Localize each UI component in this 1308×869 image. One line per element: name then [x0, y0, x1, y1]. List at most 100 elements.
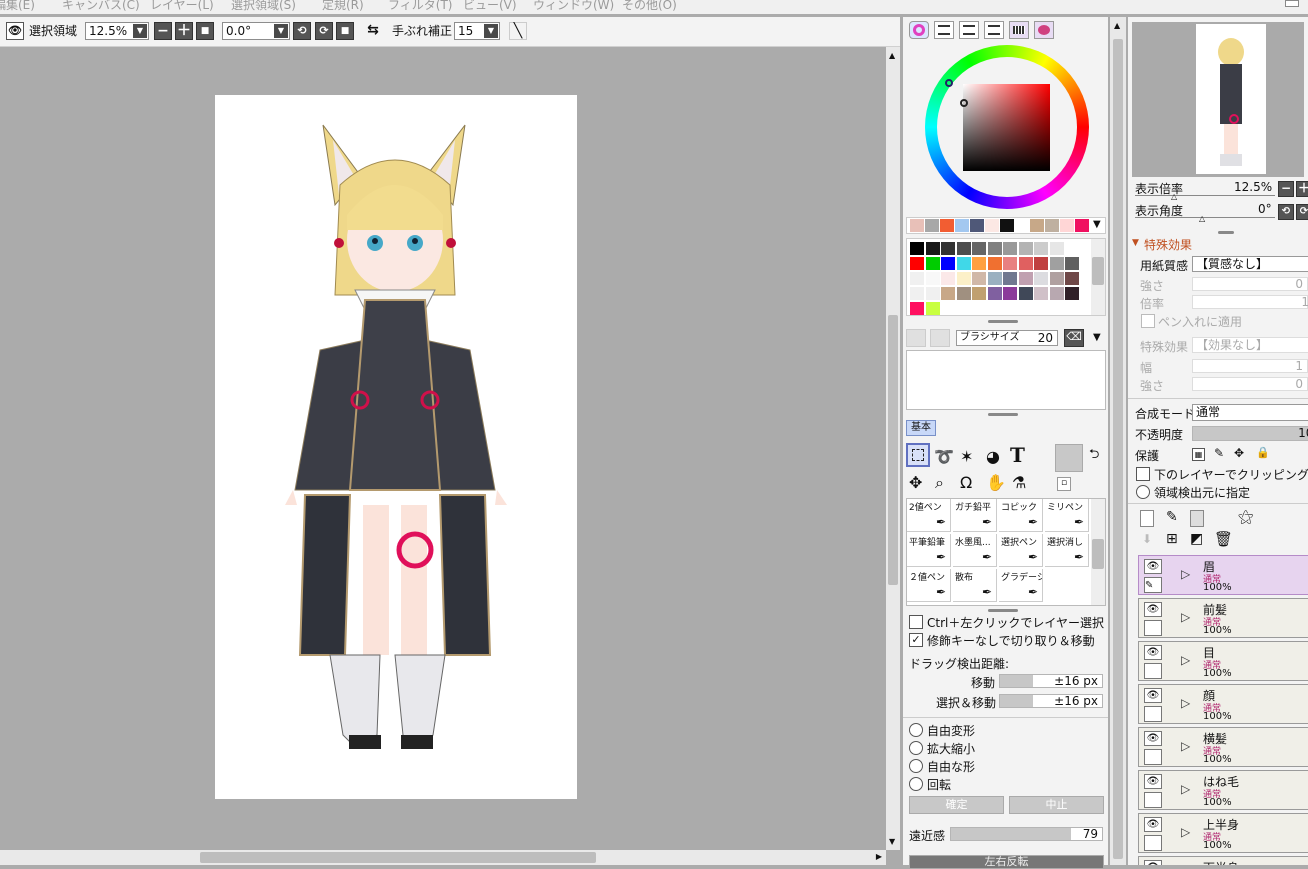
- layer-lock-slot[interactable]: ✎: [1144, 577, 1162, 593]
- ctrl-click-checkbox[interactable]: [909, 615, 923, 629]
- palette-color-swatch[interactable]: [1065, 257, 1079, 270]
- palette-color-swatch[interactable]: [925, 302, 940, 315]
- nav-zoom-out-button[interactable]: −: [1278, 181, 1294, 197]
- panel-divider[interactable]: [988, 320, 1018, 323]
- opacity-slider[interactable]: 100: [1192, 426, 1308, 441]
- cancel-button[interactable]: 中止: [1009, 796, 1104, 814]
- palette-color-swatch[interactable]: [910, 272, 924, 285]
- layer-lock-slot[interactable]: [1144, 620, 1162, 636]
- layer-row[interactable]: 👁 ▷ 顔通常 100%: [1138, 684, 1308, 724]
- layer-lock-slot[interactable]: [1144, 835, 1162, 851]
- layer-row[interactable]: 👁▷下半身通常100%: [1138, 856, 1308, 865]
- palette-color-swatch[interactable]: [925, 287, 940, 300]
- palette-color-swatch[interactable]: [1003, 287, 1017, 300]
- nav-rotate-right-button[interactable]: ⟳: [1296, 204, 1308, 220]
- palette-color-swatch[interactable]: [956, 242, 971, 255]
- shape-tool-icon[interactable]: ◕: [986, 447, 1000, 466]
- layer-lock-slot[interactable]: [1144, 792, 1162, 808]
- effect-width-slider[interactable]: 1: [1192, 359, 1308, 373]
- palette-color-swatch[interactable]: [972, 287, 986, 300]
- slider-handle-icon[interactable]: △: [1199, 214, 1205, 223]
- eye-icon[interactable]: 👁: [1144, 559, 1162, 574]
- layer-row[interactable]: 👁 ▷ 目通常 100%: [1138, 641, 1308, 681]
- zoom-tool-icon[interactable]: ⌕: [935, 473, 944, 493]
- eraser-icon[interactable]: ⌫: [1064, 329, 1084, 347]
- stabilizer-field[interactable]: 15 ▼: [454, 22, 500, 40]
- layer-effect-icon[interactable]: ⚝: [1238, 507, 1254, 527]
- expand-arrow-icon[interactable]: ▷: [1181, 696, 1190, 710]
- palette-color-swatch[interactable]: [1003, 272, 1017, 285]
- hue-handle-icon[interactable]: [945, 79, 953, 87]
- redo-button[interactable]: [930, 329, 950, 347]
- hand-tool-icon[interactable]: ✋: [986, 473, 1006, 492]
- scroll-right-icon[interactable]: ▶: [876, 852, 882, 861]
- tool-preset-5[interactable]: 平筆鉛筆 ✒: [907, 534, 951, 567]
- menu-canvas[interactable]: キャンバス(C): [62, 0, 140, 13]
- layer-row[interactable]: 👁 ▷ 横髪 通常 100%: [1138, 727, 1308, 767]
- texture-scale-slider[interactable]: 1: [1192, 295, 1308, 309]
- palette-color-swatch[interactable]: [941, 257, 955, 270]
- layer-lock-slot[interactable]: [1144, 663, 1162, 679]
- color-swatch-grid[interactable]: [906, 238, 1106, 316]
- palette-color-swatch[interactable]: [1065, 287, 1079, 300]
- rotate-right-button[interactable]: ⟳: [315, 22, 333, 40]
- effect-strength-slider[interactable]: 0: [1192, 377, 1308, 391]
- select-move-distance-slider[interactable]: ±16 px: [999, 694, 1103, 708]
- palette-color-swatch[interactable]: [1034, 287, 1048, 300]
- pen-apply-checkbox[interactable]: [1141, 314, 1155, 328]
- chevron-down-icon[interactable]: ▼: [133, 24, 147, 38]
- rect-select-icon[interactable]: [906, 443, 930, 467]
- recent-color-swatch[interactable]: [1075, 219, 1089, 232]
- expand-arrow-icon[interactable]: ▷: [1181, 782, 1190, 796]
- window-restore-icon[interactable]: [1285, 0, 1299, 7]
- layer-lock-slot[interactable]: [1144, 706, 1162, 722]
- panel-vertical-scrollbar[interactable]: ▲: [1110, 17, 1126, 865]
- new-layer-folder-icon[interactable]: [1190, 510, 1204, 527]
- palette-color-swatch[interactable]: [1003, 242, 1017, 255]
- rgb-slider-tab-icon[interactable]: [934, 21, 954, 39]
- eyedropper-icon[interactable]: ⚗: [1012, 473, 1026, 492]
- chevron-down-icon[interactable]: ▼: [1093, 332, 1101, 343]
- expand-arrow-icon[interactable]: ▷: [1181, 610, 1190, 624]
- display-zoom-slider[interactable]: [1135, 195, 1275, 196]
- layer-row[interactable]: 👁 ▷ 前髪 通常 100%: [1138, 598, 1308, 638]
- chevron-down-icon[interactable]: ▼: [274, 24, 288, 38]
- palette-color-swatch[interactable]: [1049, 287, 1064, 300]
- panel-divider[interactable]: [1218, 231, 1234, 234]
- eye-icon[interactable]: 👁: [6, 22, 24, 40]
- menu-edit[interactable]: 編集(E): [0, 0, 35, 13]
- palette-color-swatch[interactable]: [956, 272, 971, 285]
- slider-handle-icon[interactable]: △: [1171, 192, 1177, 201]
- effects-collapse-icon[interactable]: ▼: [1132, 238, 1139, 248]
- undo-button[interactable]: [906, 329, 926, 347]
- recent-color-swatch[interactable]: [985, 219, 999, 232]
- palette-color-swatch[interactable]: [910, 257, 924, 270]
- menu-layer[interactable]: レイヤー(L): [150, 0, 214, 13]
- tool-preset-8[interactable]: 選択消し ✒: [1045, 534, 1089, 567]
- angle-field[interactable]: 0.0° ▼: [222, 22, 290, 40]
- palette-color-swatch[interactable]: [1018, 257, 1033, 270]
- canvas-vertical-scrollbar[interactable]: ▲ ▼: [886, 47, 900, 850]
- no-modifier-checkbox[interactable]: ✓: [909, 633, 923, 647]
- palette-color-swatch[interactable]: [925, 242, 940, 255]
- scroll-thumb[interactable]: [888, 315, 898, 585]
- swap-colors-icon[interactable]: ⮌: [1089, 445, 1099, 467]
- palette-color-swatch[interactable]: [1049, 272, 1064, 285]
- zoom-reset-button[interactable]: ■: [196, 22, 214, 40]
- menu-ruler[interactable]: 定規(R): [322, 0, 364, 13]
- color-picker-handle-icon[interactable]: [960, 99, 968, 107]
- texture-strength-slider[interactable]: 0: [1192, 277, 1308, 291]
- radio-rotate[interactable]: [909, 777, 923, 791]
- palette-color-swatch[interactable]: [987, 257, 1002, 270]
- color-wheel-tab-icon[interactable]: [909, 21, 929, 39]
- expand-arrow-icon[interactable]: ▷: [1181, 567, 1190, 581]
- flip-horizontal-icon[interactable]: ⇆: [364, 22, 382, 40]
- recent-color-swatch[interactable]: [1060, 219, 1074, 232]
- transparent-color-icon[interactable]: ▫: [1057, 477, 1071, 491]
- tool-preset-10[interactable]: 散布 ✒: [953, 569, 997, 602]
- palette-color-swatch[interactable]: [1034, 257, 1048, 270]
- eye-icon[interactable]: 👁: [1144, 731, 1162, 746]
- radio-free-transform[interactable]: [909, 723, 923, 737]
- tool-preset-1[interactable]: 2値ペン ✒: [907, 499, 951, 532]
- clipping-checkbox[interactable]: [1136, 467, 1150, 481]
